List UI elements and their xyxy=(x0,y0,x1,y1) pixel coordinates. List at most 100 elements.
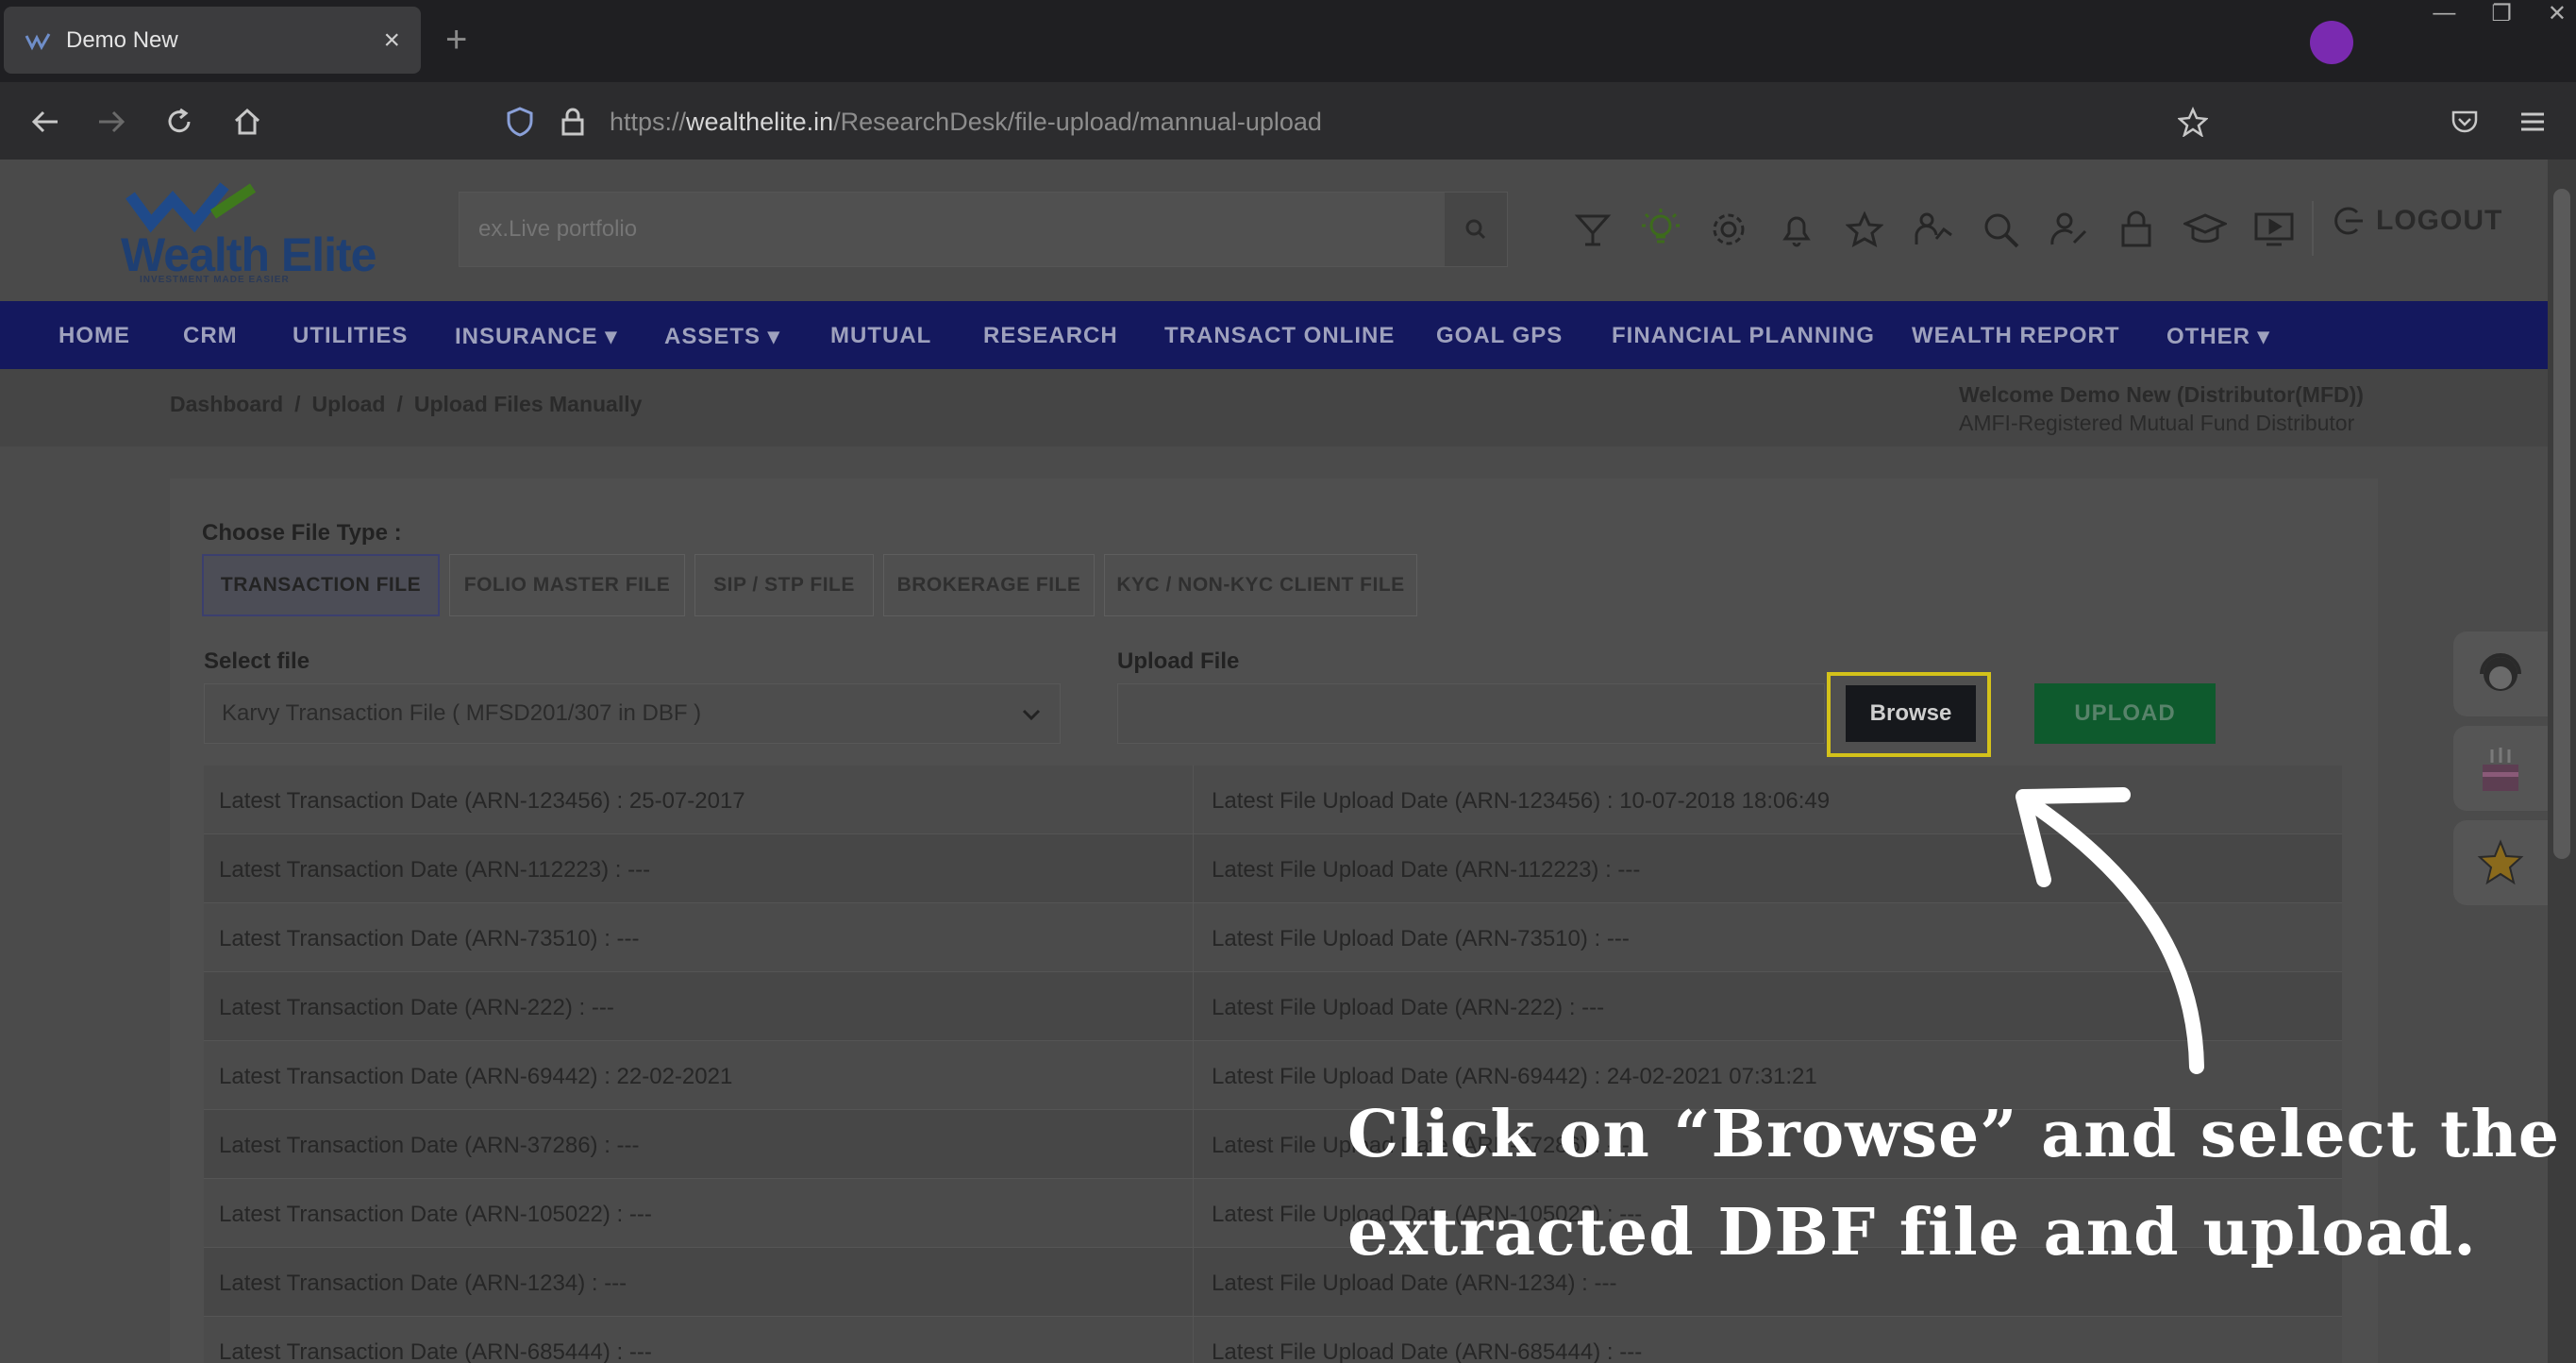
menu-item-home[interactable]: HOME xyxy=(59,323,130,349)
favorites-widget[interactable] xyxy=(2453,820,2548,905)
user-edit-icon[interactable] xyxy=(2049,210,2089,248)
column-divider xyxy=(1193,1317,1194,1363)
home-icon[interactable] xyxy=(226,101,268,143)
upload-date: Latest File Upload Date (ARN-685444) : -… xyxy=(1212,1339,1643,1363)
select-file-value: Karvy Transaction File ( MFSD201/307 in … xyxy=(222,700,702,726)
tab-brokerage-file[interactable]: BROKERAGE FILE xyxy=(883,554,1095,616)
breadcrumb-dashboard[interactable]: Dashboard xyxy=(170,392,283,417)
file-type-label: Choose File Type : xyxy=(202,520,402,546)
column-divider xyxy=(1193,972,1194,1041)
welcome-line1: Welcome Demo New (Distributor(MFD)) xyxy=(1959,382,2364,407)
extension-icon[interactable] xyxy=(2310,21,2353,64)
column-divider xyxy=(1193,1179,1194,1248)
menu-item-insurance[interactable]: INSURANCE ▾ xyxy=(455,323,617,350)
support-widget[interactable] xyxy=(2453,631,2548,716)
url-text[interactable]: https://wealthelite.in/ResearchDesk/file… xyxy=(610,108,1322,137)
annotation-arrow-icon xyxy=(2016,787,2204,1074)
transaction-date: Latest Transaction Date (ARN-222) : --- xyxy=(219,995,614,1020)
tab-sip-stp-file[interactable]: SIP / STP FILE xyxy=(694,554,874,616)
bell-icon[interactable] xyxy=(1778,210,1815,248)
menu-icon[interactable] xyxy=(2512,101,2553,143)
birthday-widget[interactable] xyxy=(2453,726,2548,811)
bulb-icon[interactable] xyxy=(1640,207,1681,250)
upload-date: Latest File Upload Date (ARN-73510) : --… xyxy=(1212,926,1630,951)
column-divider xyxy=(1193,766,1194,834)
person-chart-icon[interactable] xyxy=(1914,210,1953,248)
url-prefix: https:// xyxy=(610,107,687,136)
lock-icon xyxy=(561,108,584,136)
site-search xyxy=(459,192,1508,267)
site-search-input[interactable] xyxy=(460,193,1447,266)
cake-icon xyxy=(2483,748,2518,791)
logout-button[interactable]: LOGOUT xyxy=(2333,205,2502,237)
upload-date: Latest File Upload Date (ARN-123456) : 1… xyxy=(1212,788,1831,814)
browser-tab[interactable]: Demo New × xyxy=(4,7,421,74)
forward-icon[interactable] xyxy=(91,101,132,143)
address-bar[interactable]: https://wealthelite.in/ResearchDesk/file… xyxy=(493,95,2219,148)
transaction-date: Latest Transaction Date (ARN-105022) : -… xyxy=(219,1202,652,1227)
monitor-play-icon[interactable] xyxy=(2253,210,2295,248)
column-divider xyxy=(1193,1110,1194,1179)
breadcrumb: Dashboard / Upload / Upload Files Manual… xyxy=(170,392,642,417)
graduation-cap-icon[interactable] xyxy=(2183,212,2227,246)
tab-kyc-client-file[interactable]: KYC / NON-KYC CLIENT FILE xyxy=(1104,554,1417,616)
pocket-icon[interactable] xyxy=(2444,101,2485,143)
back-icon[interactable] xyxy=(25,101,66,143)
browser-nav-bar: https://wealthelite.in/ResearchDesk/file… xyxy=(0,82,2576,160)
sub-header: Dashboard / Upload / Upload Files Manual… xyxy=(0,369,2548,446)
tab-close-icon[interactable]: × xyxy=(383,25,400,57)
menu-item-research[interactable]: RESEARCH xyxy=(983,323,1118,349)
logout-icon xyxy=(2334,207,2363,235)
search-user-icon[interactable] xyxy=(1982,210,2021,248)
breadcrumb-upload[interactable]: Upload xyxy=(312,392,386,417)
menu-item-financial-planning[interactable]: FINANCIAL PLANNING xyxy=(1612,323,1875,349)
reload-icon[interactable] xyxy=(159,101,200,143)
transaction-date: Latest Transaction Date (ARN-69442) : 22… xyxy=(219,1064,733,1089)
padlock-icon[interactable] xyxy=(2119,209,2153,248)
menu-item-other[interactable]: OTHER ▾ xyxy=(2166,323,2270,350)
search-icon xyxy=(1465,219,1486,240)
window-controls: — ❐ ✕ xyxy=(2433,0,2567,27)
menu-item-utilities[interactable]: UTILITIES xyxy=(293,323,408,349)
column-divider xyxy=(1193,1248,1194,1317)
transaction-date: Latest Transaction Date (ARN-73510) : --… xyxy=(219,926,640,951)
menu-item-crm[interactable]: CRM xyxy=(183,323,238,349)
maximize-icon[interactable]: ❐ xyxy=(2491,0,2512,27)
logout-label: LOGOUT xyxy=(2376,205,2503,236)
transaction-date: Latest Transaction Date (ARN-112223) : -… xyxy=(219,857,651,883)
welcome-text: Welcome Demo New (Distributor(MFD)) AMFI… xyxy=(1959,380,2364,437)
annotation-text: Click on “Browse” and select the extract… xyxy=(1347,1085,2565,1282)
breadcrumb-separator: / xyxy=(294,392,301,416)
shield-icon xyxy=(507,107,533,137)
tab-folio-master-file[interactable]: FOLIO MASTER FILE xyxy=(449,554,685,616)
close-window-icon[interactable]: ✕ xyxy=(2548,0,2567,27)
upload-button[interactable]: UPLOAD xyxy=(2034,683,2216,744)
upload-file-input[interactable] xyxy=(1117,683,1825,744)
browse-button[interactable]: Browse xyxy=(1846,685,1976,742)
wine-icon[interactable] xyxy=(1574,210,1612,248)
new-tab-button[interactable]: + xyxy=(445,19,467,60)
search-button[interactable] xyxy=(1445,193,1507,266)
url-path: /ResearchDesk/file-upload/mannual-upload xyxy=(833,107,1322,136)
menu-item-goal-gps[interactable]: GOAL GPS xyxy=(1436,323,1563,349)
menu-item-wealth-report[interactable]: WEALTH REPORT xyxy=(1912,323,2120,349)
upload-date: Latest File Upload Date (ARN-222) : --- xyxy=(1212,995,1605,1020)
tab-title: Demo New xyxy=(66,26,178,53)
menu-item-transact-online[interactable]: TRANSACT ONLINE xyxy=(1164,323,1395,349)
browser-tab-bar: Demo New × + — ❐ ✕ xyxy=(0,0,2576,82)
tab-transaction-file[interactable]: TRANSACTION FILE xyxy=(202,554,440,616)
bookmark-star-icon[interactable] xyxy=(2178,107,2208,137)
support-agent-icon xyxy=(2480,653,2521,691)
minimize-icon[interactable]: — xyxy=(2433,0,2455,27)
header-divider xyxy=(2312,201,2314,256)
upload-file-label: Upload File xyxy=(1117,648,1240,674)
logo-tagline: INVESTMENT MADE EASIER xyxy=(140,275,290,285)
star-icon[interactable] xyxy=(1846,210,1883,248)
menu-item-assets[interactable]: ASSETS ▾ xyxy=(664,323,780,350)
select-file-dropdown[interactable]: Karvy Transaction File ( MFSD201/307 in … xyxy=(204,683,1061,744)
tab-favicon-icon xyxy=(25,32,51,50)
annotation-line2: extracted DBF file and upload. xyxy=(1347,1195,2477,1270)
menu-item-mutual[interactable]: MUTUAL xyxy=(830,323,931,349)
gear-icon[interactable] xyxy=(1710,210,1748,248)
scrollbar-thumb[interactable] xyxy=(2553,189,2570,859)
